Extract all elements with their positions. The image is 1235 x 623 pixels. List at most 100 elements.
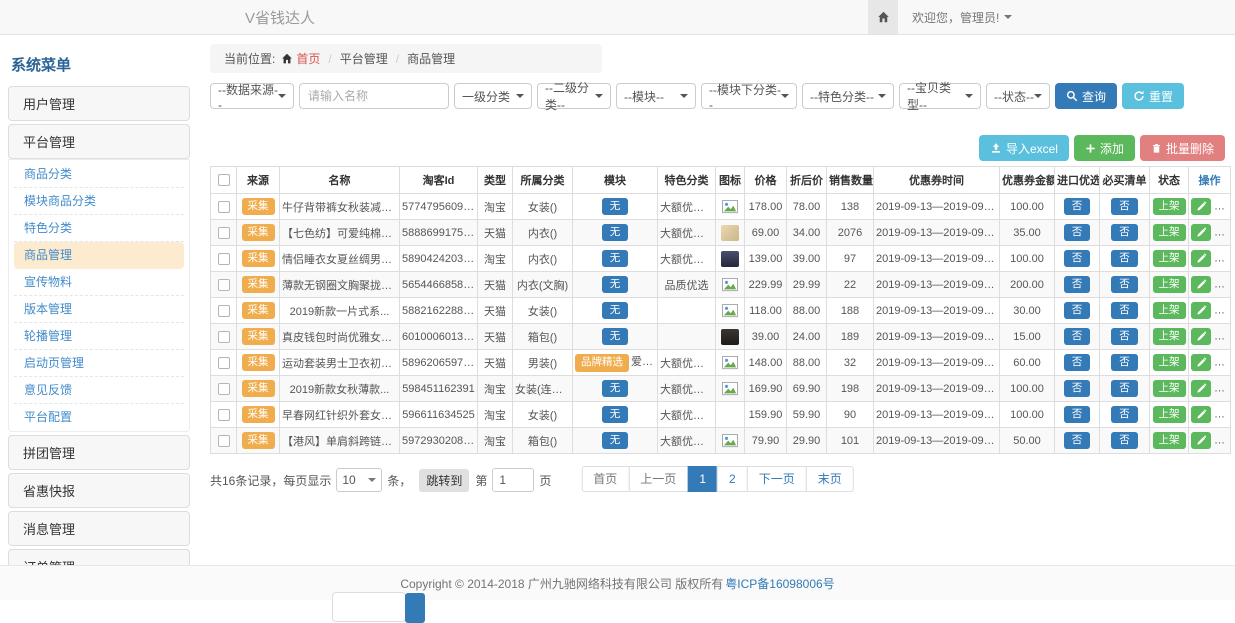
import-excel-button[interactable]: 导入excel	[979, 135, 1069, 161]
sidebar-item-商品管理[interactable]: 商品管理	[14, 242, 184, 269]
home-button[interactable]	[868, 0, 898, 34]
filter-select-模块下分类[interactable]: --模块下分类--	[701, 83, 797, 109]
edit-button[interactable]	[1191, 354, 1211, 371]
icp-link[interactable]: 粤ICP备16098006号	[725, 575, 834, 592]
edit-button[interactable]	[1191, 250, 1211, 267]
sidebar-item-轮播管理[interactable]: 轮播管理	[14, 323, 184, 350]
import-select-toggle[interactable]: 否	[1064, 328, 1091, 345]
import-select-toggle[interactable]: 否	[1064, 380, 1091, 397]
edit-button[interactable]	[1191, 198, 1211, 215]
must-buy-toggle[interactable]: 否	[1111, 302, 1138, 319]
reset-button[interactable]: 重置	[1122, 83, 1184, 109]
filter-select-特色分类[interactable]: --特色分类--	[802, 83, 894, 109]
jump-page-input[interactable]	[492, 468, 534, 492]
must-buy-toggle[interactable]: 否	[1111, 224, 1138, 241]
page-button-1[interactable]: 1	[687, 466, 718, 492]
row-checkbox[interactable]	[218, 383, 230, 395]
sidebar-item-商品分类[interactable]: 商品分类	[14, 161, 184, 188]
row-checkbox[interactable]	[218, 409, 230, 421]
filter-select-宝贝类型[interactable]: --宝贝类型--	[899, 83, 981, 109]
filter-select-数据来源[interactable]: --数据来源--	[210, 83, 294, 109]
import-select-toggle[interactable]: 否	[1064, 224, 1091, 241]
row-checkbox[interactable]	[218, 253, 230, 265]
query-button[interactable]: 查询	[1055, 83, 1117, 109]
user-menu[interactable]: 欢迎您，管理员!	[898, 9, 1012, 26]
sidebar-item-模块商品分类[interactable]: 模块商品分类	[14, 188, 184, 215]
import-select-toggle[interactable]: 否	[1064, 250, 1091, 267]
filter-select-二级分类[interactable]: --二级分类--	[537, 83, 611, 109]
status-toggle[interactable]: 上架	[1153, 250, 1186, 267]
status-toggle[interactable]: 上架	[1153, 276, 1186, 293]
module-badge: 无	[602, 198, 629, 215]
sidebar-section-用户管理[interactable]: 用户管理	[8, 86, 190, 121]
edit-button[interactable]	[1191, 432, 1211, 449]
cell-sales: 138	[827, 194, 874, 220]
column-header-特色分类: 特色分类	[658, 167, 716, 194]
must-buy-toggle[interactable]: 否	[1111, 432, 1138, 449]
sidebar-item-启动页管理[interactable]: 启动页管理	[14, 350, 184, 377]
batch-delete-button[interactable]: 批量删除	[1140, 135, 1225, 161]
must-buy-toggle[interactable]: 否	[1111, 380, 1138, 397]
import-select-toggle[interactable]: 否	[1064, 276, 1091, 293]
import-select-toggle[interactable]: 否	[1064, 354, 1091, 371]
must-buy-toggle[interactable]: 否	[1111, 198, 1138, 215]
sidebar-item-宣传物料[interactable]: 宣传物料	[14, 269, 184, 296]
status-toggle[interactable]: 上架	[1153, 224, 1186, 241]
column-header-优惠券金额: 优惠券金额	[1000, 167, 1055, 194]
page-button-末页[interactable]: 末页	[806, 466, 854, 492]
page-size-select[interactable]: 10	[336, 468, 382, 492]
column-header-销售数量: 销售数量	[827, 167, 874, 194]
must-buy-toggle[interactable]: 否	[1111, 328, 1138, 345]
must-buy-toggle[interactable]: 否	[1111, 354, 1138, 371]
edit-button[interactable]	[1191, 224, 1211, 241]
status-toggle[interactable]: 上架	[1153, 406, 1186, 423]
page-button-2[interactable]: 2	[717, 466, 748, 492]
import-select-toggle[interactable]: 否	[1064, 302, 1091, 319]
status-toggle[interactable]: 上架	[1153, 302, 1186, 319]
page-button-下一页[interactable]: 下一页	[747, 466, 807, 492]
edit-button[interactable]	[1191, 302, 1211, 319]
edit-button[interactable]	[1191, 328, 1211, 345]
jump-button[interactable]: 跳转到	[419, 469, 469, 492]
sidebar-section-平台管理[interactable]: 平台管理	[8, 124, 190, 159]
cell-type: 天猫	[478, 324, 513, 350]
filter-select-一级分类[interactable]: 一级分类	[454, 83, 532, 109]
row-checkbox[interactable]	[218, 279, 230, 291]
row-checkbox[interactable]	[218, 331, 230, 343]
name-search-input[interactable]	[299, 83, 449, 109]
sidebar-section-消息管理[interactable]: 消息管理	[8, 511, 190, 546]
sidebar-item-平台配置[interactable]: 平台配置	[14, 404, 184, 430]
status-toggle[interactable]: 上架	[1153, 432, 1186, 449]
sidebar-section-拼团管理[interactable]: 拼团管理	[8, 435, 190, 470]
sidebar-item-意见反馈[interactable]: 意见反馈	[14, 377, 184, 404]
row-checkbox[interactable]	[218, 435, 230, 447]
status-toggle[interactable]: 上架	[1153, 198, 1186, 215]
status-toggle[interactable]: 上架	[1153, 328, 1186, 345]
edit-button[interactable]	[1191, 380, 1211, 397]
must-buy-toggle[interactable]: 否	[1111, 250, 1138, 267]
filter-select-状态[interactable]: --状态--	[986, 83, 1050, 109]
page-button-首页[interactable]: 首页	[581, 466, 629, 492]
sidebar-item-特色分类[interactable]: 特色分类	[14, 215, 184, 242]
must-buy-toggle[interactable]: 否	[1111, 406, 1138, 423]
breadcrumb-home-link[interactable]: 首页	[296, 50, 320, 67]
add-button[interactable]: 添加	[1074, 135, 1135, 161]
edit-button[interactable]	[1191, 406, 1211, 423]
sidebar-item-版本管理[interactable]: 版本管理	[14, 296, 184, 323]
sidebar-section-订单管理[interactable]: 订单管理	[8, 549, 190, 565]
edit-button[interactable]	[1191, 276, 1211, 293]
import-select-toggle[interactable]: 否	[1064, 198, 1091, 215]
import-select-toggle[interactable]: 否	[1064, 406, 1091, 423]
select-all-checkbox[interactable]	[218, 174, 230, 186]
page-button-上一页[interactable]: 上一页	[628, 466, 688, 492]
row-checkbox[interactable]	[218, 227, 230, 239]
import-select-toggle[interactable]: 否	[1064, 432, 1091, 449]
row-checkbox[interactable]	[218, 201, 230, 213]
row-checkbox[interactable]	[218, 357, 230, 369]
status-toggle[interactable]: 上架	[1153, 380, 1186, 397]
filter-select-模块[interactable]: --模块--	[616, 83, 696, 109]
must-buy-toggle[interactable]: 否	[1111, 276, 1138, 293]
status-toggle[interactable]: 上架	[1153, 354, 1186, 371]
row-checkbox[interactable]	[218, 305, 230, 317]
sidebar-section-省惠快报[interactable]: 省惠快报	[8, 473, 190, 508]
